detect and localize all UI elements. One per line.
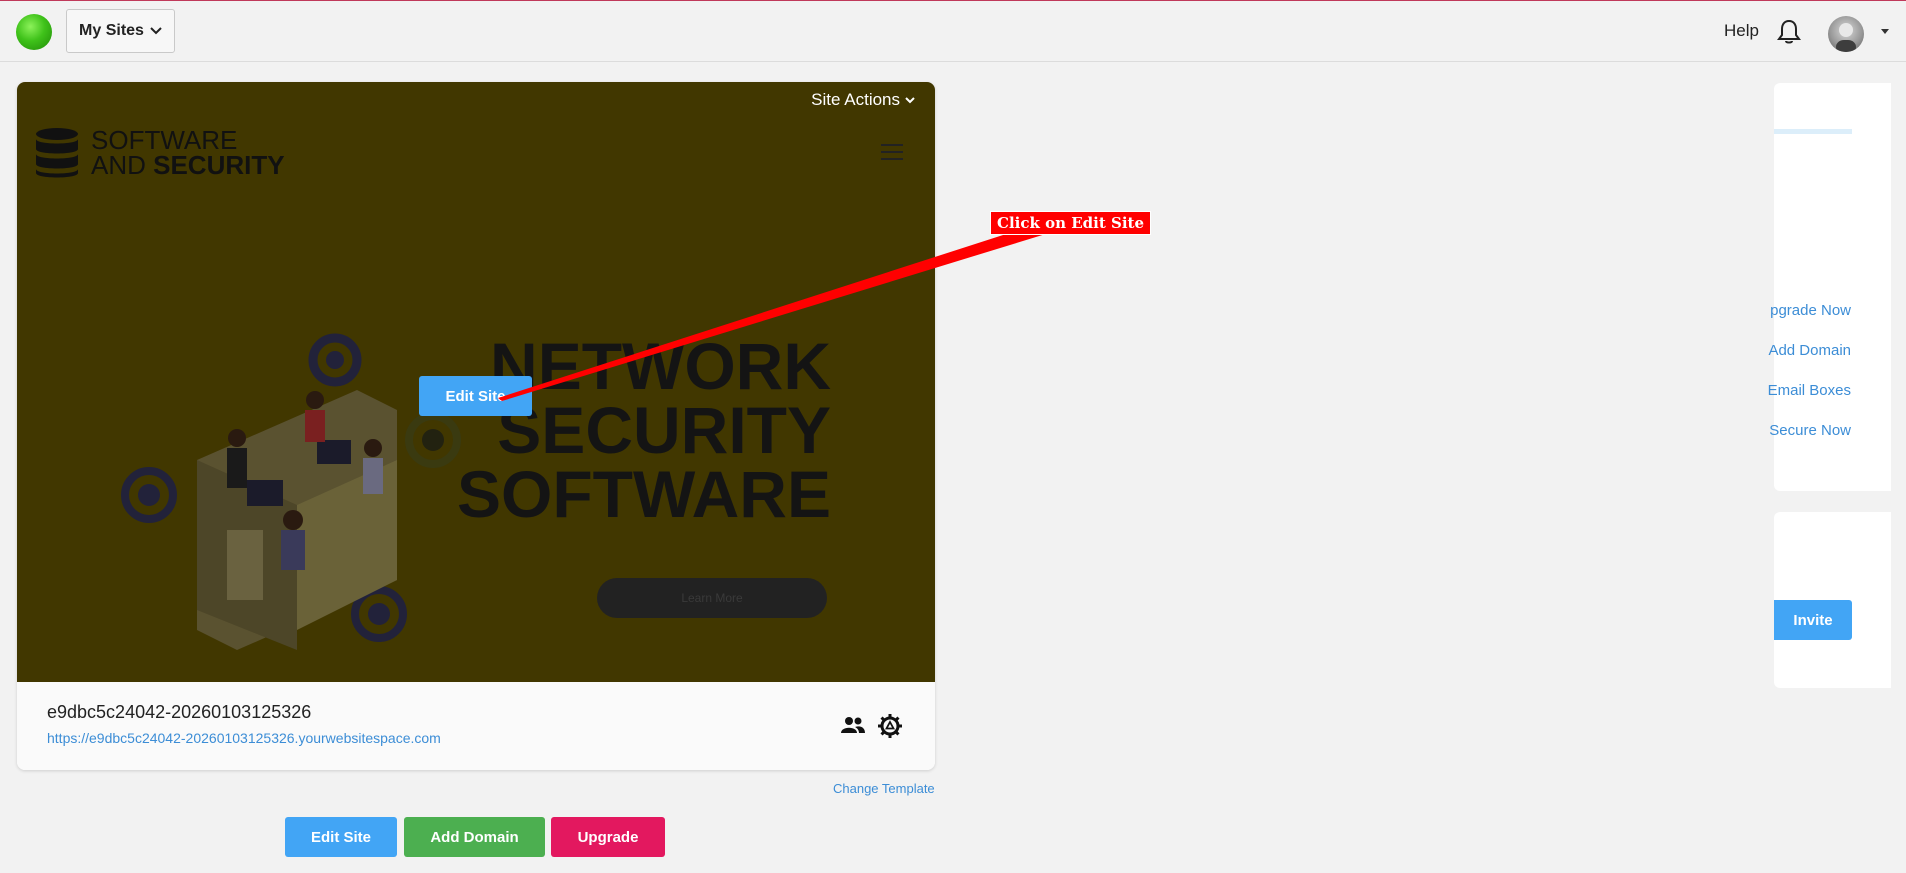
secure-now-link[interactable]: Secure Now [1769, 422, 1851, 439]
preview-brand: SOFTWARE AND SECURITY [35, 127, 285, 179]
gear-icon[interactable] [878, 714, 902, 738]
site-name: e9dbc5c24042-20260103125326 [47, 702, 312, 722]
invite-button[interactable]: Invite [1774, 600, 1852, 640]
tutorial-callout: Click on Edit Site [990, 211, 1151, 235]
learn-more-button: Learn More [597, 578, 827, 618]
edit-site-button[interactable]: Edit Site [285, 817, 397, 857]
upgrade-now-link[interactable]: pgrade Now [1770, 302, 1851, 319]
bell-icon[interactable] [1777, 19, 1801, 45]
site-actions-dropdown[interactable]: Site Actions [811, 90, 915, 110]
app-logo[interactable] [16, 14, 52, 50]
progress-bar [1774, 129, 1852, 134]
add-domain-button[interactable]: Add Domain [404, 817, 545, 857]
upgrade-button[interactable]: Upgrade [551, 817, 665, 857]
my-sites-label: My Sites [79, 22, 144, 39]
brand-line-2a: AND [91, 150, 154, 180]
avatar-image [1836, 23, 1856, 52]
site-url-link[interactable]: https://e9dbc5c24042-20260103125326.your… [47, 730, 441, 746]
collaborators-icon[interactable] [841, 716, 865, 734]
change-template-link[interactable]: Change Template [833, 781, 935, 796]
brand-line-2b: SECURITY [153, 150, 285, 180]
brand-line-2: AND SECURITY [91, 150, 285, 180]
chevron-down-icon [905, 96, 915, 103]
site-preview[interactable]: Site Actions SOFTWARE AND SECURITY NETWO… [17, 82, 935, 682]
hamburger-menu-icon [881, 144, 903, 165]
email-boxes-link[interactable]: Email Boxes [1768, 382, 1851, 399]
add-domain-link[interactable]: Add Domain [1768, 342, 1851, 359]
help-link[interactable]: Help [1724, 21, 1759, 41]
top-bar: My Sites Help [0, 1, 1906, 62]
site-card-footer: e9dbc5c24042-20260103125326 https://e9db… [17, 682, 935, 770]
right-invite-panel: Invite [1774, 512, 1891, 688]
headline-line-3: SOFTWARE [457, 457, 831, 531]
brand-name: SOFTWARE AND SECURITY [91, 127, 285, 180]
edit-site-overlay-button[interactable]: Edit Site [419, 376, 532, 416]
user-menu-caret-icon[interactable] [1881, 29, 1889, 34]
preview-headline: NETWORK SECURITY SOFTWARE [457, 333, 831, 531]
database-icon [36, 128, 78, 178]
user-avatar[interactable] [1828, 16, 1864, 52]
chevron-down-icon [150, 27, 162, 35]
my-sites-dropdown[interactable]: My Sites [66, 9, 175, 53]
right-upsell-panel: pgrade Now Add Domain Email Boxes Secure… [1768, 83, 1891, 491]
site-actions-label: Site Actions [811, 90, 900, 109]
site-card: Site Actions SOFTWARE AND SECURITY NETWO… [17, 82, 935, 770]
